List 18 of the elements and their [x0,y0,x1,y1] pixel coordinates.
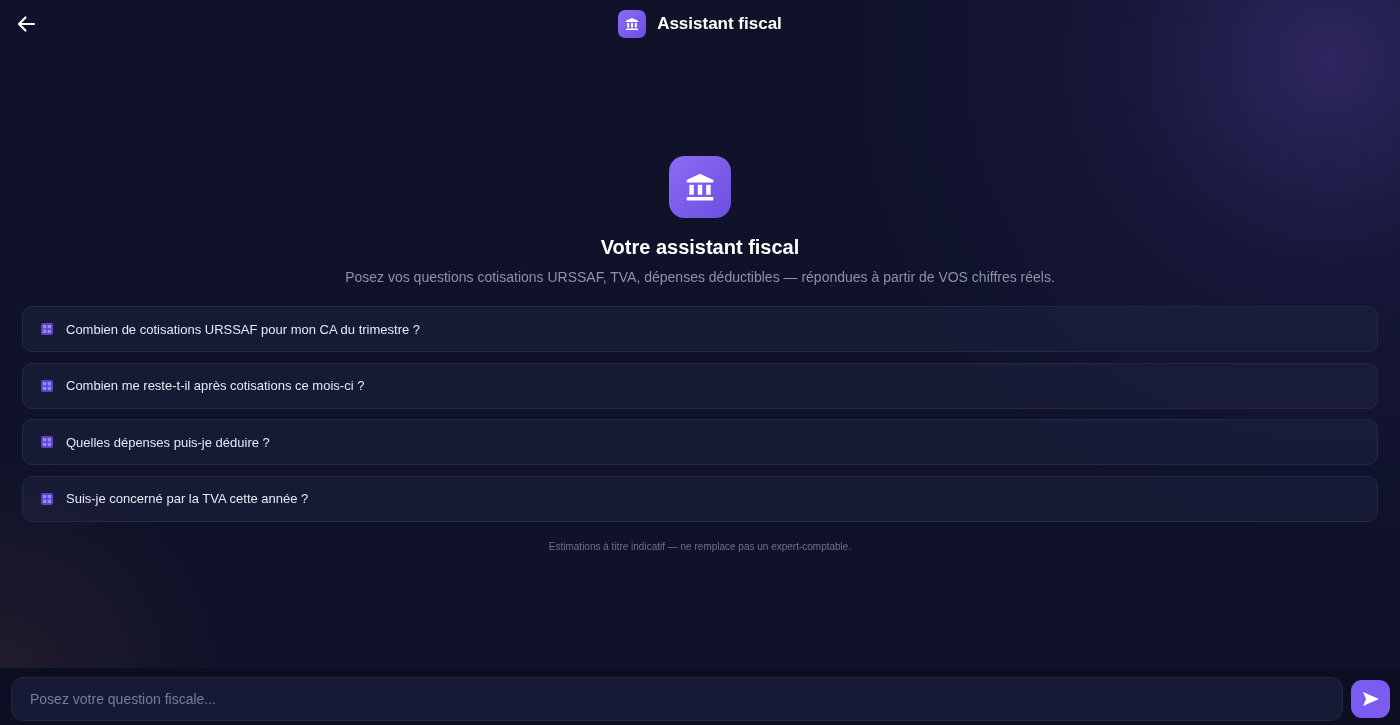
grid-icon [41,492,53,505]
hero-title: Votre assistant fiscal [600,235,800,259]
send-icon [1361,691,1380,707]
question-input[interactable]: Posez votre question fiscale... [11,677,1343,721]
suggestion-button[interactable]: Combien me reste-t-il après cotisations ce mois-ci ? [22,362,1378,409]
grid-icon [41,323,53,335]
send-button[interactable] [1351,680,1390,718]
bank-icon [618,10,647,38]
suggestion-button[interactable]: Quelles dépenses puis-je déduire ? [22,419,1378,465]
bank-icon [669,156,731,218]
grid-icon [41,436,53,448]
hero-subtitle: Posez vos questions cotisations URSSAF, TVA, dépenses déductibles — répondues à partir de VOS chiffres réels. [345,268,1055,287]
grid-icon [41,379,53,392]
suggestion-button[interactable]: Suis-je concerné par la TVA cette année ? [22,475,1378,522]
suggestion-button[interactable]: Combien de cotisations URSSAF pour mon CA du trimestre ? [22,306,1378,352]
header-title: Assistant fiscal [657,14,782,34]
disclaimer-text: Estimations à titre indicatif — ne remplace pas un expert-comptable. [548,539,852,554]
arrow-left-icon [16,14,36,34]
